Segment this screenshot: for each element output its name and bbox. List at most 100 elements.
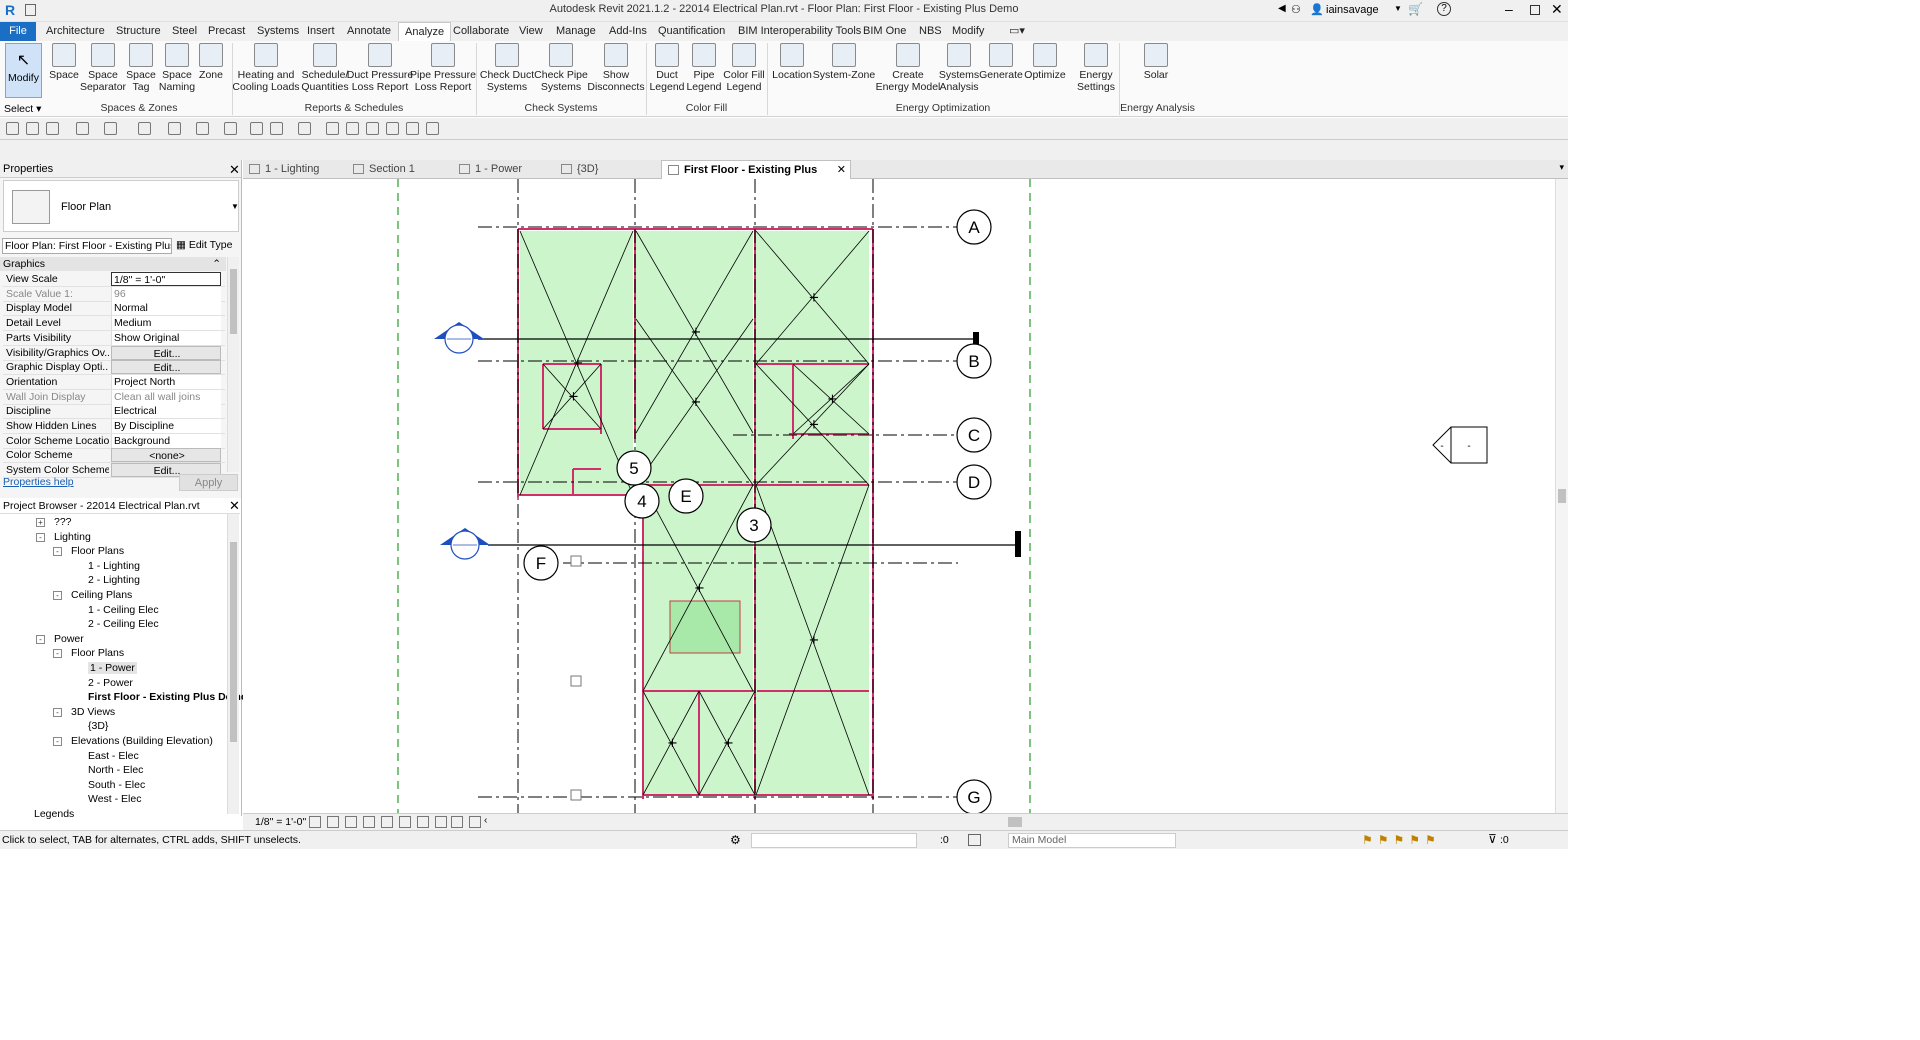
room-fill[interactable] bbox=[636, 433, 753, 485]
view-control-4-icon[interactable] bbox=[363, 816, 375, 828]
qat-tool-16-icon[interactable] bbox=[386, 122, 399, 135]
back-arrow-icon[interactable]: ◀ bbox=[1278, 3, 1286, 14]
tree-toggle-icon[interactable]: - bbox=[53, 707, 62, 717]
group-color-fill[interactable]: Color Fill bbox=[646, 102, 767, 116]
tree-toggle-icon[interactable]: - bbox=[53, 591, 62, 600]
view-control-9-icon[interactable] bbox=[451, 816, 463, 828]
view-control-6-icon[interactable] bbox=[399, 816, 411, 828]
model-icon[interactable] bbox=[968, 834, 981, 846]
prop-value[interactable]: Clean all wall joins bbox=[111, 389, 221, 404]
qat-tool-1-icon[interactable] bbox=[6, 122, 19, 135]
tree-item-north-elec[interactable]: North - Elec bbox=[88, 764, 143, 776]
tree-toggle-icon[interactable]: - bbox=[36, 532, 45, 542]
tab-architecture[interactable]: Architecture bbox=[40, 22, 111, 41]
tab-bim-interoperability-tools[interactable]: BIM Interoperability Tools bbox=[732, 22, 867, 41]
cart-icon[interactable]: 🛒 bbox=[1408, 2, 1423, 16]
close-icon[interactable]: ✕ bbox=[837, 161, 846, 180]
tab-analyze[interactable]: Analyze bbox=[398, 22, 452, 41]
group-check-systems[interactable]: Check Systems bbox=[476, 102, 646, 116]
properties-help-link[interactable]: Properties help bbox=[3, 476, 74, 488]
tab-structure[interactable]: Structure bbox=[110, 22, 167, 41]
select-dropdown[interactable]: Select ▾ bbox=[4, 103, 41, 115]
space-marker[interactable]: + bbox=[573, 356, 584, 371]
prop-value[interactable]: Electrical bbox=[111, 404, 221, 419]
help-icon[interactable]: ? bbox=[1437, 2, 1451, 16]
prop-value[interactable]: 96 bbox=[111, 286, 221, 301]
space-marker[interactable]: + bbox=[809, 633, 820, 648]
tree-item-3d[interactable]: {3D} bbox=[88, 720, 108, 732]
ribbon-pipe-pressure-loss-report-button[interactable]: Pipe Pressure Loss Report bbox=[406, 43, 480, 93]
tab-annotate[interactable]: Annotate bbox=[341, 22, 397, 41]
space-marker[interactable]: + bbox=[809, 418, 820, 433]
view-control-7-icon[interactable] bbox=[417, 816, 429, 828]
space-marker[interactable]: + bbox=[694, 581, 705, 596]
collapse-icon[interactable]: ⌃ bbox=[212, 257, 221, 271]
tab-add-ins[interactable]: Add-Ins bbox=[603, 22, 653, 41]
prop-row-color-scheme-location[interactable]: Color Scheme Location Background bbox=[3, 433, 225, 449]
tree-item-2-ceiling-elec[interactable]: 2 - Ceiling Elec bbox=[88, 618, 159, 630]
tab-view[interactable]: View bbox=[513, 22, 549, 41]
prop-value[interactable]: Background bbox=[111, 433, 221, 448]
customize-ribbon-icon[interactable]: ▭▾ bbox=[1003, 22, 1031, 41]
tree-item-floor-plans[interactable]: Floor Plans bbox=[71, 647, 124, 659]
tree-item-legends[interactable]: Legends bbox=[34, 808, 74, 820]
tab-manage[interactable]: Manage bbox=[550, 22, 602, 41]
view-control-1-icon[interactable] bbox=[309, 816, 321, 828]
space-marker[interactable]: + bbox=[667, 736, 678, 751]
tab-systems[interactable]: Systems bbox=[251, 22, 305, 41]
qat-tool-14-icon[interactable] bbox=[346, 122, 359, 135]
prop-row-color-scheme[interactable]: Color Scheme <none> bbox=[3, 448, 225, 464]
tree-toggle-icon[interactable]: - bbox=[53, 737, 62, 746]
user-icon[interactable]: 👤 bbox=[1310, 3, 1324, 16]
design-option-dropdown[interactable]: Main Model bbox=[1008, 833, 1176, 848]
view-tab-section-1[interactable]: Section 1 bbox=[347, 160, 453, 179]
floor-plan-drawing[interactable]: + + + + + + + + + + + A B C D E F G 3 4 5 - - bbox=[243, 179, 1555, 813]
maximize-button[interactable] bbox=[1530, 5, 1540, 15]
tree-item-lighting[interactable]: Lighting bbox=[54, 531, 91, 543]
prop-value[interactable]: 1/8" = 1'-0" bbox=[111, 272, 221, 286]
instance-dropdown[interactable]: Floor Plan: First Floor - Existing Plus bbox=[2, 238, 172, 254]
tree-item-first-floor-existing-plus-demo[interactable]: First Floor - Existing Plus Demo bbox=[88, 691, 247, 703]
qat-tool-11-icon[interactable] bbox=[270, 122, 283, 135]
tree-item-west-elec[interactable]: West - Elec bbox=[88, 793, 141, 805]
scroll-left-icon[interactable]: ‹ bbox=[484, 815, 487, 826]
props-scrollbar[interactable] bbox=[227, 257, 239, 472]
apply-button[interactable]: Apply bbox=[179, 474, 238, 491]
section-end[interactable] bbox=[1015, 531, 1021, 557]
view-control-2-icon[interactable] bbox=[327, 816, 339, 828]
tree-item-1-power[interactable]: 1 - Power bbox=[88, 662, 137, 674]
canvas-scrollbar[interactable] bbox=[1555, 179, 1568, 813]
close-icon[interactable]: ✕ bbox=[229, 162, 240, 178]
h-scrollbar[interactable] bbox=[1008, 817, 1022, 827]
view-control-5-icon[interactable] bbox=[381, 816, 393, 828]
qat-tool-8-icon[interactable] bbox=[196, 122, 209, 135]
qat-tool-15-icon[interactable] bbox=[366, 122, 379, 135]
qat-tool-4-icon[interactable] bbox=[76, 122, 89, 135]
tree-item-elevations-building-elevation[interactable]: Elevations (Building Elevation) bbox=[71, 735, 213, 747]
tree-item-1-ceiling-elec[interactable]: 1 - Ceiling Elec bbox=[88, 604, 159, 616]
prop-row-visibility-graphics-ov[interactable]: Visibility/Graphics Ov... Edit... bbox=[3, 345, 225, 361]
tab-overflow-icon[interactable]: ▾ bbox=[1559, 162, 1564, 173]
group-spaces-zones[interactable]: Spaces & Zones bbox=[48, 102, 230, 116]
prop-value[interactable]: Project North bbox=[111, 374, 221, 389]
tree-item-[interactable]: ??? bbox=[54, 516, 72, 528]
qat-tool-17-icon[interactable] bbox=[406, 122, 419, 135]
tree-item-1-lighting[interactable]: 1 - Lighting bbox=[88, 560, 140, 572]
prop-value[interactable]: Medium bbox=[111, 316, 221, 331]
tree-item-ceiling-plans[interactable]: Ceiling Plans bbox=[71, 589, 132, 601]
tree-item-east-elec[interactable]: East - Elec bbox=[88, 750, 139, 762]
prop-row-show-hidden-lines[interactable]: Show Hidden Lines By Discipline bbox=[3, 419, 225, 434]
view-tab-1-lighting[interactable]: 1 - Lighting bbox=[243, 160, 347, 179]
tab-bim-one[interactable]: BIM One bbox=[857, 22, 912, 41]
prop-row-parts-visibility[interactable]: Parts Visibility Show Original bbox=[3, 330, 225, 346]
tab-collaborate[interactable]: Collaborate bbox=[447, 22, 515, 41]
tab-steel[interactable]: Steel bbox=[166, 22, 203, 41]
prop-row-display-model[interactable]: Display Model Normal bbox=[3, 301, 225, 317]
chevron-down-icon[interactable]: ▼ bbox=[1394, 4, 1402, 13]
device-box-icon[interactable] bbox=[570, 675, 582, 687]
view-tab-3d[interactable]: {3D} bbox=[555, 160, 661, 179]
tree-item-power[interactable]: Power bbox=[54, 633, 84, 645]
qat-tool-12-icon[interactable] bbox=[298, 122, 311, 135]
prop-row-orientation[interactable]: Orientation Project North bbox=[3, 374, 225, 390]
tab-modify[interactable]: Modify bbox=[946, 22, 990, 41]
